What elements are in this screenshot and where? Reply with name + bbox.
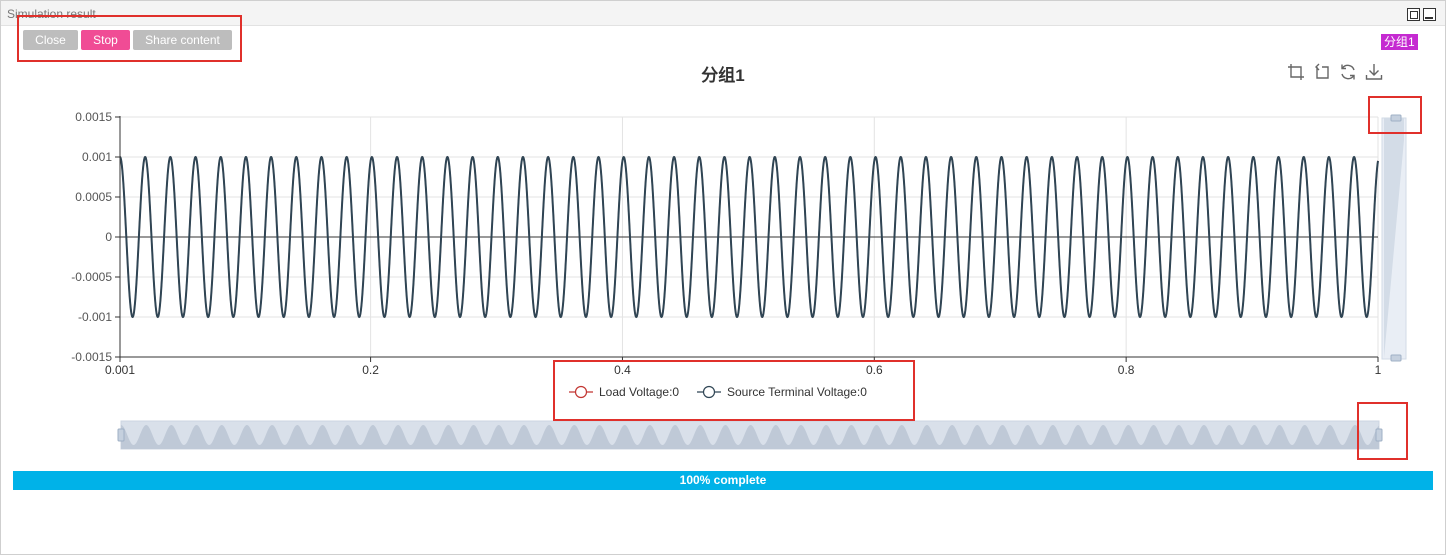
y-axis-ticks: 0.0015 0.001 0.0005 0 -0.0005 -0.001 -0.0015 [71,110,120,364]
x-axis-ticks: 0.001 0.2 0.4 0.6 0.8 1 [105,357,1382,377]
x-tick-label: 1 [1375,363,1382,377]
voltage-line-chart: 0.0015 0.001 0.0005 0 -0.0005 -0.001 -0.0015 0… [71,110,1407,450]
legend-item-load-voltage[interactable]: Load Voltage:0 [569,385,679,399]
horizontal-zoom-handle-right[interactable] [1375,428,1383,442]
legend-label-source-terminal-voltage: Source Terminal Voltage:0 [727,385,867,399]
y-tick-label: 0.0015 [75,110,112,124]
x-tick-label: 0.8 [1118,363,1135,377]
vertical-zoom-handle-top[interactable] [1390,114,1402,122]
progress-bar: 100% complete [13,471,1433,490]
horizontal-data-zoom-slider[interactable] [117,420,1383,450]
horizontal-zoom-handle-left[interactable] [117,428,125,442]
y-tick-label: 0 [105,230,112,244]
chart-legend: Load Voltage:0 Source Terminal Voltage:0 [569,385,867,399]
x-tick-label: 0.001 [105,363,135,377]
y-tick-label: -0.001 [78,310,112,324]
vertical-data-zoom-slider[interactable] [1381,114,1407,362]
legend-label-load-voltage: Load Voltage:0 [599,385,679,399]
x-tick-label: 0.6 [866,363,883,377]
y-tick-label: 0.001 [82,150,112,164]
vertical-zoom-handle-bottom[interactable] [1390,354,1402,362]
x-tick-label: 0.2 [362,363,379,377]
x-tick-label: 0.4 [614,363,631,377]
y-tick-label: 0.0005 [75,190,112,204]
legend-item-source-terminal-voltage[interactable]: Source Terminal Voltage:0 [697,385,867,399]
y-tick-label: -0.0015 [71,350,112,364]
y-tick-label: -0.0005 [71,270,112,284]
